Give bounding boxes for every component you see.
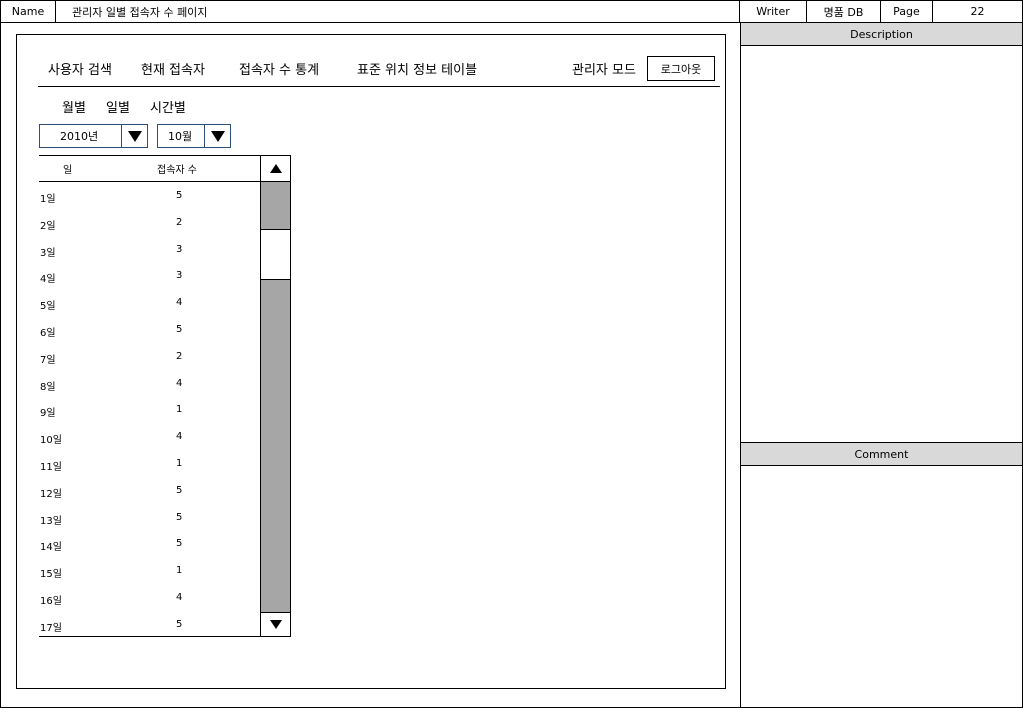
- table-cell-day: 5일: [40, 301, 56, 312]
- table-cell-day: 4일: [40, 274, 56, 285]
- table-cell-count: 2: [176, 351, 183, 362]
- page-name: 관리자 일별 접속자 수 페이지: [55, 0, 740, 23]
- page-label: Page: [880, 0, 933, 23]
- description-body: [740, 45, 1023, 443]
- name-label: Name: [0, 0, 56, 23]
- triangle-down-icon: [127, 131, 142, 142]
- table-cell-count: 5: [176, 324, 183, 335]
- admin-mode-label: 관리자 모드: [572, 63, 636, 78]
- writer-label: Writer: [739, 0, 807, 23]
- tab-monthly[interactable]: 월별: [62, 97, 86, 116]
- table-cell-day: 2일: [40, 221, 56, 232]
- table-cell-day: 12일: [40, 489, 62, 500]
- table-cell-count: 4: [176, 431, 183, 442]
- table-cell-count: 3: [176, 270, 183, 281]
- triangle-down-icon: [269, 620, 282, 629]
- table-cell-count: 4: [176, 378, 183, 389]
- nav-current-users[interactable]: 현재 접속자: [141, 59, 205, 78]
- table-cell-day: 1일: [40, 194, 56, 205]
- table-header-day: 일: [63, 165, 73, 176]
- nav-location-table[interactable]: 표준 위치 정보 테이블: [357, 59, 477, 78]
- writer-value: 명품 DB: [806, 0, 881, 23]
- scrollbar[interactable]: [260, 155, 291, 637]
- comment-title: Comment: [740, 442, 1023, 466]
- table-cell-day: 10일: [40, 435, 62, 446]
- table-cell-count: 4: [176, 297, 183, 308]
- logout-button[interactable]: 로그아웃: [647, 56, 715, 81]
- year-dropdown-button[interactable]: [121, 124, 148, 148]
- table-header-count: 접속자 수: [157, 165, 197, 176]
- table-cell-count: 1: [176, 565, 183, 576]
- table-cell-count: 5: [176, 190, 183, 201]
- table-cell-count: 4: [176, 592, 183, 603]
- table-cell-count: 5: [176, 485, 183, 496]
- table-header-line: [39, 181, 261, 182]
- table-cell-day: 9일: [40, 408, 56, 419]
- triangle-down-icon: [210, 131, 225, 142]
- nav-visitor-stats[interactable]: 접속자 수 통계: [239, 59, 319, 78]
- description-title: Description: [740, 22, 1023, 46]
- table-cell-day: 7일: [40, 355, 56, 366]
- table-cell-day: 16일: [40, 596, 62, 607]
- tab-hourly[interactable]: 시간별: [150, 97, 186, 116]
- month-dropdown-button[interactable]: [204, 124, 231, 148]
- page-number: 22: [932, 0, 1023, 23]
- table-cell-count: 2: [176, 217, 183, 228]
- table-cell-day: 15일: [40, 569, 62, 580]
- nav-divider: [38, 86, 720, 87]
- tab-daily[interactable]: 일별: [106, 97, 130, 116]
- table-cell-count: 5: [176, 538, 183, 549]
- table-cell-count: 5: [176, 619, 183, 630]
- triangle-up-icon: [269, 164, 282, 173]
- scroll-down-button[interactable]: [260, 612, 291, 637]
- scroll-up-button[interactable]: [260, 155, 291, 182]
- table-cell-day: 8일: [40, 382, 56, 393]
- month-select[interactable]: 10월: [157, 124, 205, 148]
- table-cell-day: 6일: [40, 328, 56, 339]
- table-cell-day: 14일: [40, 542, 62, 553]
- comment-body: [740, 465, 1023, 708]
- table-bottom-line: [39, 636, 261, 637]
- year-select[interactable]: 2010년: [39, 124, 122, 148]
- table-cell-count: 5: [176, 512, 183, 523]
- table-cell-day: 3일: [40, 248, 56, 259]
- table-cell-count: 1: [176, 404, 183, 415]
- table-cell-day: 17일: [40, 623, 62, 634]
- table-cell-day: 13일: [40, 516, 62, 527]
- table-cell-count: 3: [176, 244, 183, 255]
- table-cell-day: 11일: [40, 462, 62, 473]
- nav-user-search[interactable]: 사용자 검색: [48, 59, 112, 78]
- table-top-line: [39, 155, 261, 156]
- table-cell-count: 1: [176, 458, 183, 469]
- scroll-thumb[interactable]: [260, 229, 291, 280]
